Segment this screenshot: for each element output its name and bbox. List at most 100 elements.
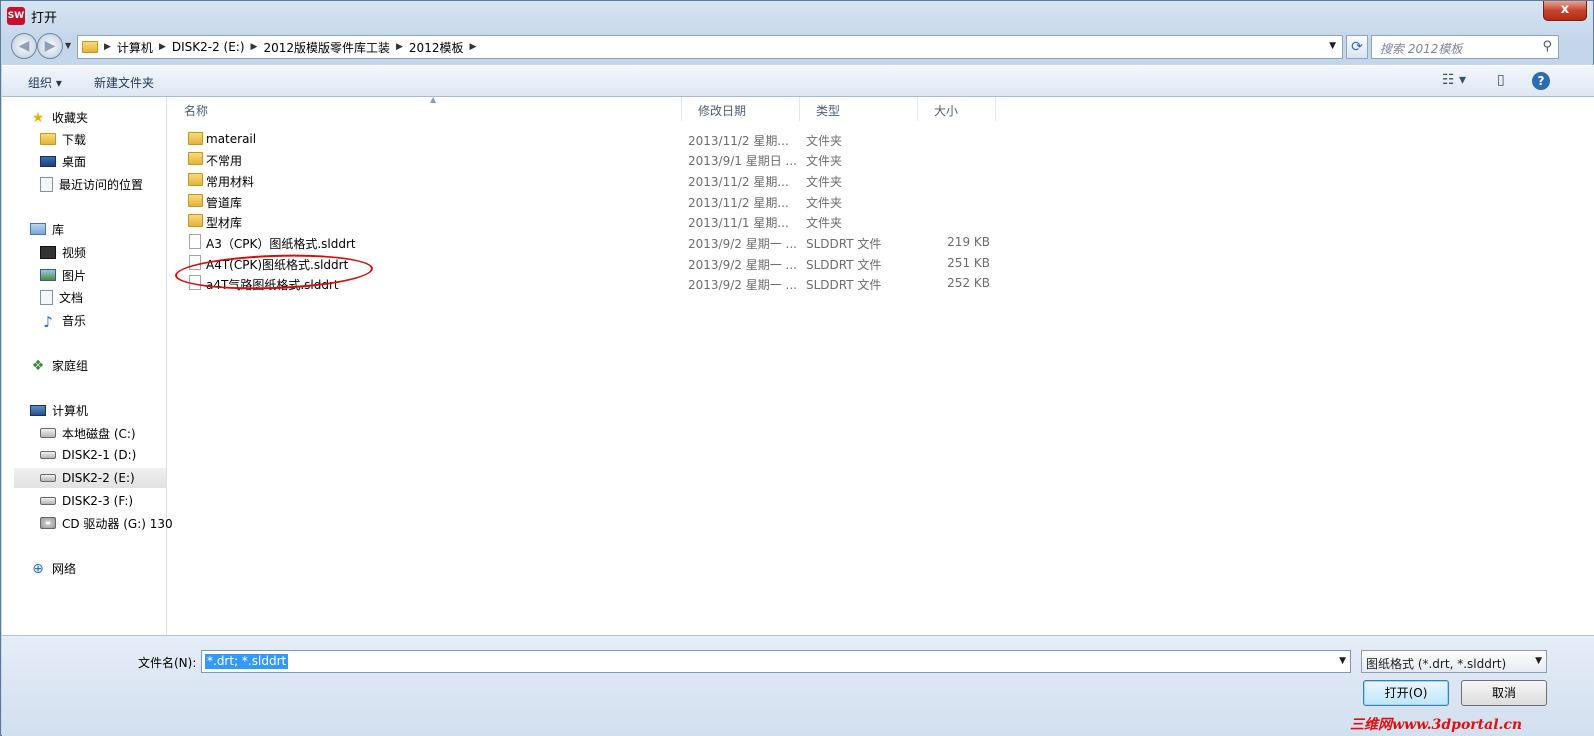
breadcrumb-drive[interactable]: DISK2-2 (E:) bbox=[172, 40, 245, 54]
file-type-filter-select[interactable]: 图纸格式 (*.drt, *.slddrt) ▼ bbox=[1361, 650, 1547, 673]
hard-drive-icon bbox=[40, 497, 56, 505]
sidebar-item-music[interactable]: ♪ 音乐 bbox=[40, 310, 86, 331]
file-list[interactable]: 名称 ▲ 修改日期 类型 大小 materail 2013/11/2 星期...… bbox=[168, 95, 1594, 635]
file-name: 型材库 bbox=[206, 216, 243, 230]
new-folder-button[interactable]: 新建文件夹 bbox=[94, 74, 154, 91]
file-row[interactable]: 不常用 2013/9/1 星期日 ... 文件夹 bbox=[168, 149, 998, 169]
hard-drive-icon bbox=[40, 451, 56, 459]
command-toolbar: 组织 ▾ 新建文件夹 ☷ ▾ ▯ ? bbox=[2, 65, 1594, 97]
solidworks-app-icon: SW bbox=[7, 7, 25, 25]
sidebar-item-label: 图片 bbox=[62, 268, 87, 283]
sidebar-item-label: 文档 bbox=[59, 290, 84, 305]
back-button[interactable]: ◀ bbox=[11, 33, 37, 59]
address-bar[interactable]: ▶ 计算机 ▶ DISK2-2 (E:) ▶ 2012版模版零件库工装 ▶ 20… bbox=[77, 35, 1343, 59]
close-button[interactable]: x bbox=[1543, 1, 1587, 21]
refresh-button[interactable]: ⟳ bbox=[1346, 35, 1368, 59]
breadcrumb-current-folder[interactable]: 2012模板 bbox=[409, 39, 464, 56]
desktop-icon bbox=[40, 155, 56, 167]
chevron-right-icon[interactable]: ▶ bbox=[396, 42, 403, 52]
preview-pane-icon[interactable]: ▯ bbox=[1497, 72, 1505, 88]
file-date: 2013/9/2 星期一 ... bbox=[688, 258, 797, 272]
file-row[interactable]: 常用材料 2013/11/2 星期... 文件夹 bbox=[168, 170, 998, 190]
file-row[interactable]: 管道库 2013/11/2 星期... 文件夹 bbox=[168, 191, 998, 211]
sidebar-item-favorites[interactable]: ★ 收藏夹 bbox=[30, 107, 88, 127]
file-type: SLDDRT 文件 bbox=[806, 237, 882, 251]
file-type: 文件夹 bbox=[806, 154, 843, 168]
open-button[interactable]: 打开(O) bbox=[1363, 680, 1449, 706]
search-icon[interactable]: ⚲ bbox=[1542, 39, 1552, 54]
recent-pages-dropdown[interactable]: ▼ bbox=[65, 41, 71, 50]
title-bar[interactable]: SW 打开 x bbox=[1, 1, 1593, 31]
file-name: 管道库 bbox=[206, 196, 243, 210]
file-date: 2013/9/2 星期一 ... bbox=[688, 237, 797, 251]
file-size: 252 KB bbox=[947, 276, 990, 290]
file-type: SLDDRT 文件 bbox=[806, 258, 882, 272]
network-icon: ⊕ bbox=[32, 561, 44, 577]
breadcrumb-computer[interactable]: 计算机 bbox=[117, 39, 153, 56]
column-header-size[interactable]: 大小 bbox=[918, 97, 996, 121]
sidebar-item-drive-g[interactable]: CD 驱动器 (G:) 130 bbox=[40, 513, 173, 533]
sidebar-item-label: 网络 bbox=[52, 561, 77, 576]
picture-icon bbox=[40, 269, 56, 281]
sidebar-item-computer[interactable]: 计算机 bbox=[30, 400, 88, 420]
help-icon[interactable]: ? bbox=[1532, 72, 1550, 90]
file-date: 2013/11/2 星期... bbox=[688, 175, 789, 189]
file-type: 文件夹 bbox=[806, 134, 843, 148]
organize-menu-button[interactable]: 组织 ▾ bbox=[28, 74, 62, 91]
chevron-down-icon[interactable]: ▼ bbox=[1329, 41, 1336, 51]
sidebar-item-label: 库 bbox=[52, 222, 65, 237]
file-icon bbox=[189, 234, 201, 249]
chevron-right-icon[interactable]: ▶ bbox=[104, 42, 111, 52]
sidebar-item-drive-d[interactable]: DISK2-1 (D:) bbox=[40, 445, 136, 465]
chevron-right-icon[interactable]: ▶ bbox=[159, 42, 166, 52]
sidebar-item-label: 家庭组 bbox=[52, 358, 89, 373]
file-row[interactable]: 型材库 2013/11/1 星期... 文件夹 bbox=[168, 211, 998, 231]
file-size: 219 KB bbox=[947, 235, 990, 249]
view-options-icon[interactable]: ☷ ▾ bbox=[1442, 72, 1466, 88]
sidebar-item-label: DISK2-1 (D:) bbox=[62, 448, 137, 462]
file-row[interactable]: materail 2013/11/2 星期... 文件夹 bbox=[168, 129, 998, 149]
sidebar-item-label: 最近访问的位置 bbox=[59, 177, 144, 192]
sidebar-item-drive-c[interactable]: 本地磁盘 (C:) bbox=[40, 423, 136, 443]
cancel-button[interactable]: 取消 bbox=[1461, 680, 1547, 706]
search-input[interactable]: 搜索 2012模板 ⚲ bbox=[1371, 35, 1559, 59]
search-placeholder: 搜索 2012模板 bbox=[1380, 42, 1463, 56]
column-header-name[interactable]: 名称 ▲ bbox=[168, 95, 682, 121]
column-header-date[interactable]: 修改日期 bbox=[682, 97, 800, 121]
sidebar-item-videos[interactable]: 视频 bbox=[40, 242, 86, 262]
sidebar-item-desktop[interactable]: 桌面 bbox=[40, 151, 86, 171]
folder-icon bbox=[188, 194, 203, 207]
sidebar-item-pictures[interactable]: 图片 bbox=[40, 265, 86, 285]
folder-icon bbox=[188, 214, 203, 227]
sidebar-item-downloads[interactable]: 下载 bbox=[40, 129, 86, 149]
sidebar-item-drive-f[interactable]: DISK2-3 (F:) bbox=[40, 491, 133, 511]
file-date: 2013/11/2 星期... bbox=[688, 196, 789, 210]
breadcrumb-library-folder[interactable]: 2012版模版零件库工装 bbox=[263, 39, 390, 56]
chevron-right-icon[interactable]: ▶ bbox=[251, 42, 258, 52]
navigation-pane[interactable]: ★ 收藏夹 下载 桌面 最近访问的位置 库 视频 图片 文档 ♪ 音乐 ❖ 家庭组 计… bbox=[2, 97, 173, 635]
system-drive-icon bbox=[40, 428, 56, 438]
column-header-type[interactable]: 类型 bbox=[800, 97, 918, 121]
sidebar-item-label: 本地磁盘 (C:) bbox=[62, 426, 136, 441]
window-title: 打开 bbox=[31, 11, 58, 26]
sidebar-item-documents[interactable]: 文档 bbox=[40, 287, 83, 307]
document-icon bbox=[40, 289, 53, 305]
sidebar-item-homegroup[interactable]: ❖ 家庭组 bbox=[30, 355, 88, 375]
file-row[interactable]: A3（CPK）图纸格式.slddrt 2013/9/2 星期一 ... SLDD… bbox=[168, 232, 998, 252]
sidebar-item-network[interactable]: ⊕ 网络 bbox=[30, 558, 76, 578]
forward-button[interactable]: ▶ bbox=[37, 33, 63, 59]
sidebar-item-libraries[interactable]: 库 bbox=[30, 219, 64, 239]
chevron-down-icon[interactable]: ▼ bbox=[1339, 656, 1346, 666]
filename-input[interactable]: *.drt; *.slddrt ▼ bbox=[201, 650, 1351, 673]
sidebar-item-label: 下载 bbox=[62, 132, 87, 147]
file-date: 2013/11/2 星期... bbox=[688, 134, 789, 148]
sidebar-item-recent[interactable]: 最近访问的位置 bbox=[40, 174, 143, 194]
download-folder-icon bbox=[40, 133, 56, 145]
computer-icon bbox=[30, 404, 46, 416]
sidebar-item-drive-e[interactable]: DISK2-2 (E:) bbox=[14, 468, 166, 488]
sidebar-item-label: DISK2-3 (F:) bbox=[62, 494, 134, 508]
chevron-right-icon[interactable]: ▶ bbox=[469, 42, 476, 52]
column-header-label: 名称 bbox=[184, 104, 209, 118]
file-date: 2013/9/2 星期一 ... bbox=[688, 278, 797, 292]
star-icon: ★ bbox=[31, 110, 45, 126]
